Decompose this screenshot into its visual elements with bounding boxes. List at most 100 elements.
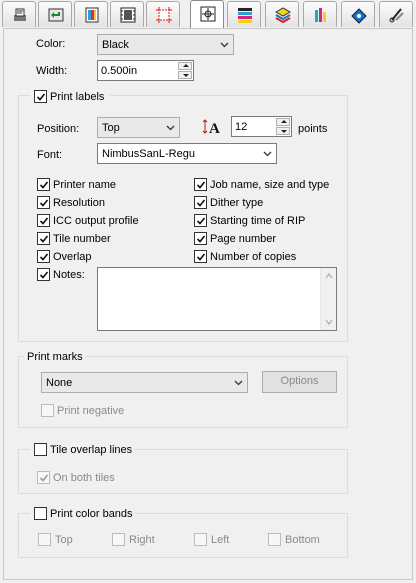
print-marks-options-button[interactable]: Options [262,371,337,393]
tab-media-load[interactable] [38,1,72,27]
dither-type-label: Dither type [210,197,264,209]
position-select-value: Top [102,122,120,134]
band-top-checkbox[interactable] [38,533,51,546]
overlap-checkbox[interactable] [37,250,50,263]
width-spinner[interactable]: 0.500in [97,60,194,81]
job-name-checkbox[interactable] [194,178,207,191]
notes-scrollbar[interactable] [320,268,336,330]
band-right-label: Right [129,534,155,546]
printer-name-label: Printer name [53,179,116,191]
tab-crop-marks[interactable] [146,1,180,27]
print-labels-checkbox[interactable] [34,90,47,103]
checkmark-icon [39,181,49,189]
band-left-checkbox[interactable] [194,533,207,546]
number-of-copies-label: Number of copies [210,251,297,263]
dither-type-checkbox[interactable] [194,196,207,209]
checkmark-icon [39,199,49,207]
number-of-copies-checkbox[interactable] [194,250,207,263]
notes-textarea[interactable] [97,267,337,331]
band-right-checkbox[interactable] [112,533,125,546]
font-select[interactable]: NimbusSanL-Regu [97,143,277,164]
resolution-checkbox[interactable] [37,196,50,209]
on-both-tiles-label: On both tiles [53,472,115,484]
page-number-checkbox[interactable] [194,232,207,245]
tab-cut[interactable] [379,1,413,27]
print-negative-checkbox[interactable] [41,404,54,417]
media-load-icon [48,8,64,22]
font-label: Font: [37,149,63,161]
starting-time-label: Starting time of RIP [210,215,306,227]
ink-drop-icon [351,8,367,24]
tab-ink-drop[interactable] [341,1,375,27]
band-bottom-checkbox[interactable] [268,533,281,546]
checkmark-icon [196,217,206,225]
tab-film-strip[interactable] [110,1,144,27]
checkmark-icon [36,93,46,101]
job-name-label: Job name, size and type [210,179,330,191]
scroll-up-icon[interactable] [325,273,333,279]
layers-icon [274,7,292,24]
tile-overlap-checkbox[interactable] [34,443,47,456]
page-number-label: Page number [210,233,277,245]
color-bands-checkbox[interactable] [34,507,47,520]
scroll-down-icon[interactable] [325,319,333,325]
width-spin-buttons [178,62,192,79]
font-select-value: NimbusSanL-Regu [102,148,195,160]
color-bands-label: Print color bands [50,508,133,520]
band-left-label: Left [211,534,230,546]
tab-marks-settings[interactable] [190,0,224,29]
print-marks-value: None [46,377,73,389]
checkmark-icon [39,271,49,279]
marks-settings-icon [200,6,216,22]
spin-down-button[interactable] [178,71,192,79]
print-marks-select[interactable]: None [41,372,248,393]
print-marks-label: Print marks [24,350,86,364]
printer-name-checkbox[interactable] [37,178,50,191]
tab-color-profile[interactable] [74,1,108,27]
options-button-label: Options [280,375,319,387]
font-size-spin-buttons [276,118,290,135]
band-top-label: Top [55,534,73,546]
color-select-value: Black [102,39,129,51]
width-label: Width: [36,65,68,77]
font-size-spinner[interactable]: 12 [231,116,292,137]
tab-strip [0,0,416,29]
tab-color-bars[interactable] [303,1,337,27]
color-profile-icon [85,7,99,23]
svg-text:A: A [209,121,220,135]
tab-printer-setup[interactable] [2,1,36,27]
checkmark-icon [196,253,206,261]
icc-output-profile-checkbox[interactable] [37,214,50,227]
tab-color-bands[interactable] [227,1,261,27]
chevron-down-icon [220,42,229,48]
font-size-icon: A [203,119,220,135]
font-size-value: 12 [235,121,248,133]
color-bands-icon [238,8,252,23]
color-bars-icon [315,8,326,22]
tile-number-checkbox[interactable] [37,232,50,245]
notes-label: Notes: [53,269,85,281]
width-value: 0.500in [101,65,138,77]
position-label: Position: [37,123,80,135]
spin-up-button[interactable] [178,62,192,70]
spin-down-button[interactable] [276,127,290,135]
printer-setup-icon [14,8,26,21]
chevron-down-icon [263,151,272,157]
crop-marks-icon [156,7,172,23]
band-bottom-label: Bottom [285,534,320,546]
color-select[interactable]: Black [97,34,234,55]
spin-up-button[interactable] [276,118,290,126]
checkmark-icon [39,217,49,225]
points-label: points [298,123,328,135]
position-select[interactable]: Top [97,117,180,138]
checkmark-icon [39,253,49,261]
color-label: Color: [36,38,66,50]
tab-layers[interactable] [265,1,299,27]
checkmark-icon [39,474,49,482]
starting-time-checkbox[interactable] [194,214,207,227]
print-labels-label: Print labels [50,91,105,103]
on-both-tiles-checkbox[interactable] [37,471,50,484]
checkmark-icon [196,181,206,189]
cut-icon [389,8,404,23]
notes-checkbox[interactable] [37,268,50,281]
